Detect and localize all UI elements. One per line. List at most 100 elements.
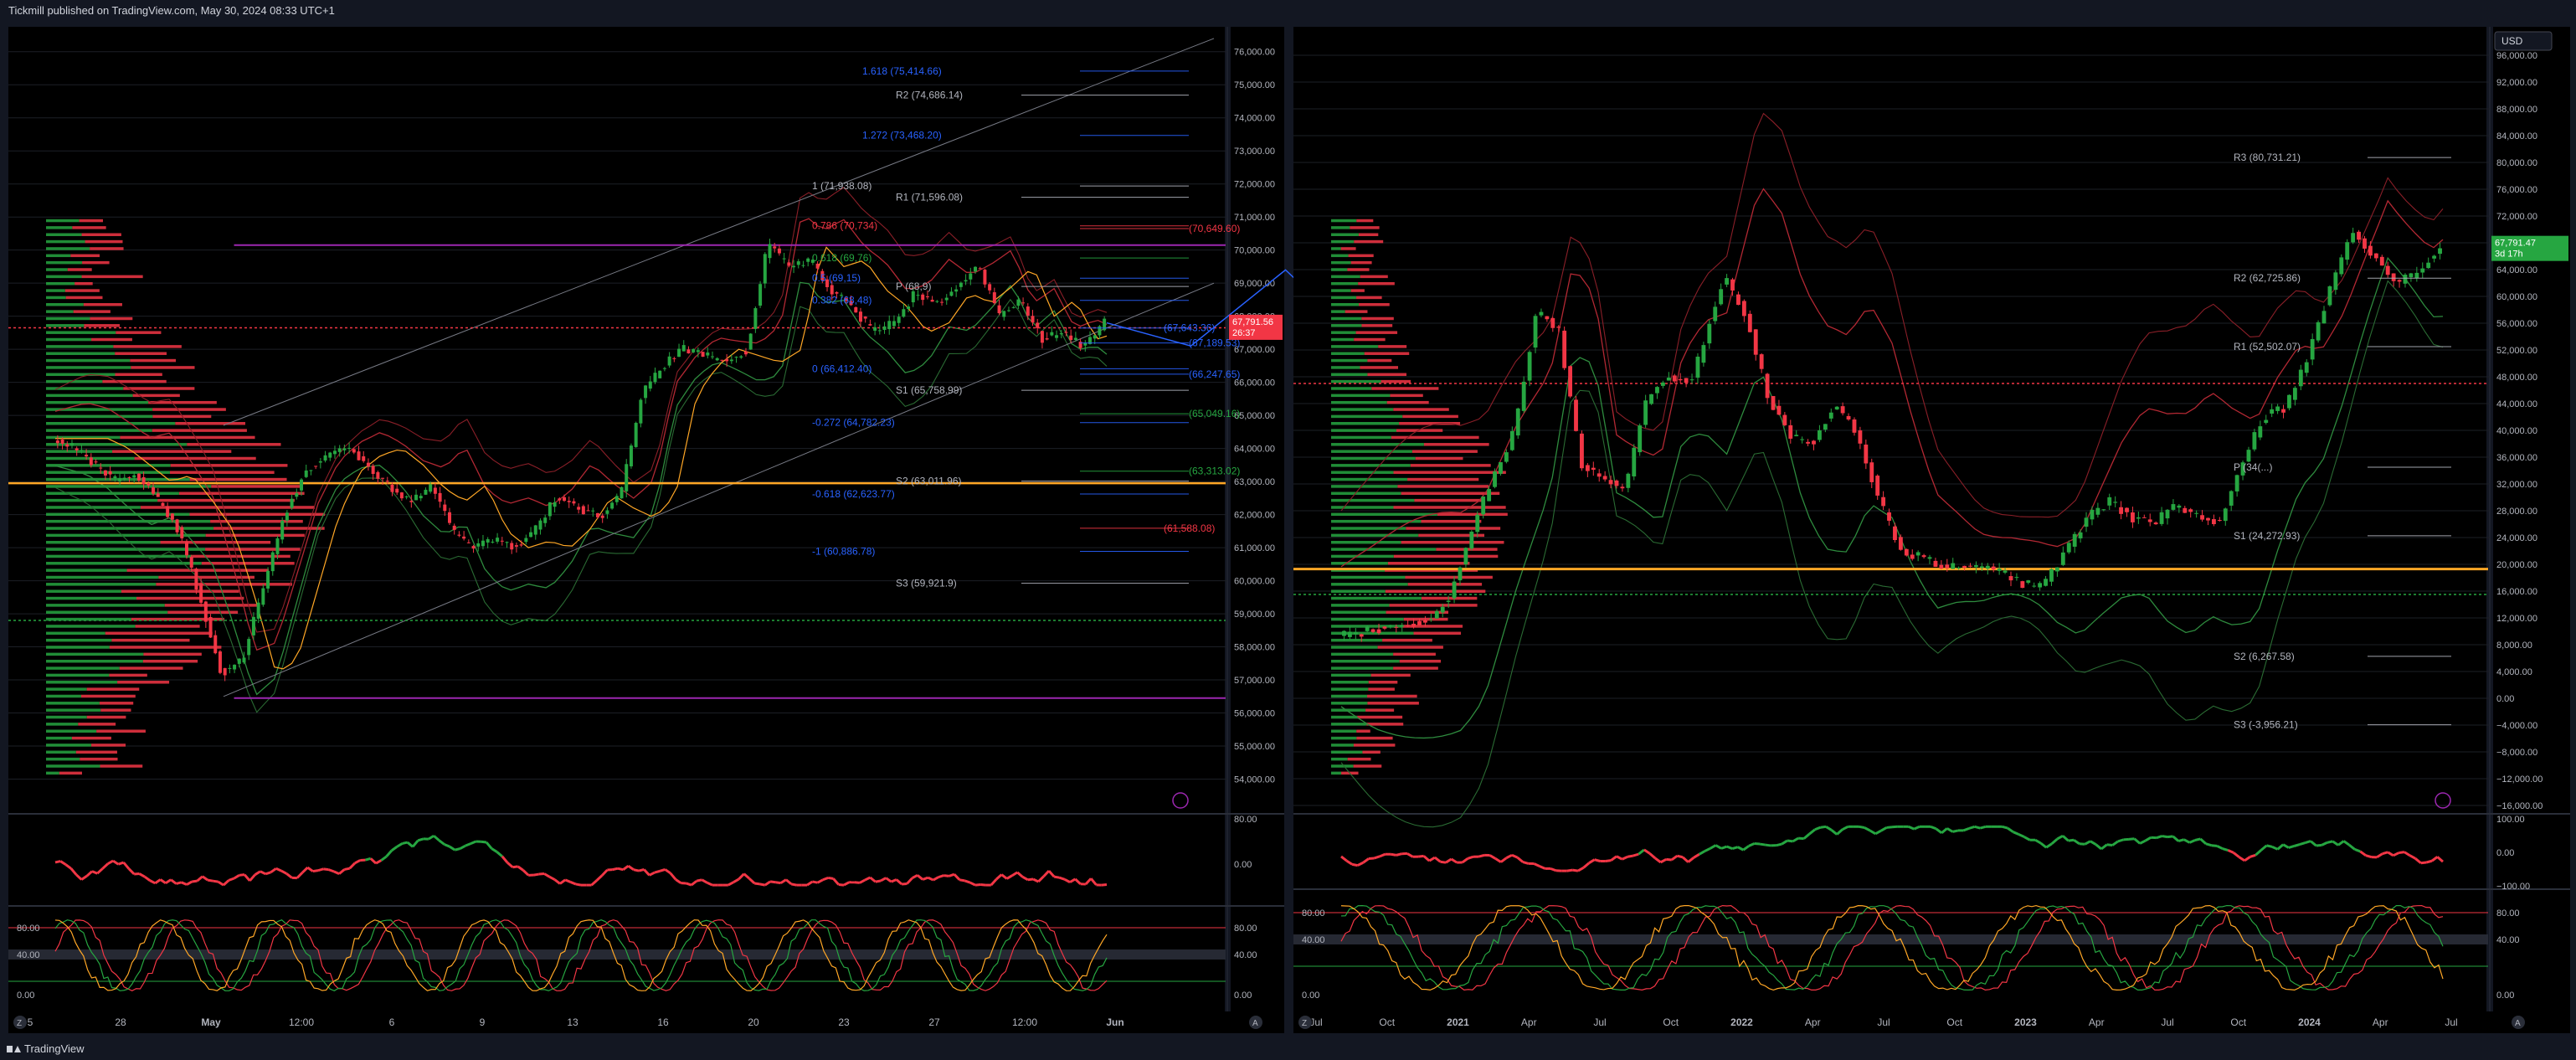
candle-body <box>2125 507 2129 512</box>
volume-profile-bar <box>46 239 85 244</box>
candle-body <box>944 297 949 301</box>
rsi-segment <box>2205 842 2213 847</box>
candle-body <box>1620 486 1625 489</box>
volume-profile-bar <box>1331 366 1360 369</box>
timezone-label: Z <box>1302 1019 1307 1028</box>
candle-body <box>1730 279 1735 291</box>
candle-body <box>921 294 925 301</box>
candle-body <box>261 588 265 605</box>
candle-body <box>2391 273 2396 281</box>
volume-profile-bar <box>46 562 202 565</box>
candle-body <box>715 358 719 361</box>
candle-body <box>1539 311 1544 316</box>
volume-profile-bar <box>1331 519 1422 523</box>
volume-profile-bar <box>1353 744 1396 747</box>
volume-profile-bar <box>78 723 116 726</box>
x-tick-label: 9 <box>480 1016 486 1028</box>
candle-body <box>543 517 548 523</box>
x-tick-label: 28 <box>115 1016 126 1028</box>
rsi-segment <box>1374 855 1381 860</box>
candle-body <box>2188 509 2193 512</box>
volume-profile-bar <box>1367 702 1419 705</box>
candle-body <box>419 496 423 499</box>
candle-body <box>548 502 552 517</box>
volume-profile-bar <box>211 485 303 488</box>
volume-profile-bar <box>102 379 167 383</box>
chart-canvas[interactable]: 76,000.00 75,000.00 74,000.00 73,000.00 72,0… <box>0 22 2576 1038</box>
rsi-segment <box>2167 835 2173 839</box>
candle-body <box>964 280 968 282</box>
candle-body <box>2281 409 2285 413</box>
volume-profile-bar <box>1367 358 1392 363</box>
volume-profile-bar <box>1356 729 1370 733</box>
candle-body <box>902 309 906 317</box>
chart-panel-left-daily[interactable]: 76,000.00 75,000.00 74,000.00 73,000.00 72,0… <box>8 27 1423 1033</box>
candle-body <box>1956 568 1962 569</box>
level-label: -0.618 (62,623.77) <box>812 488 895 500</box>
stoch-tick-label: 40.00 <box>2496 935 2520 945</box>
chart-panel-right-weekly[interactable]: 96,000.00 92,000.00 88,000.00 84,000.00 80,0… <box>1293 27 2570 1033</box>
candle-body <box>156 493 160 497</box>
rsi-segment <box>176 881 183 885</box>
x-tick-label: 6 <box>389 1016 395 1028</box>
volume-profile-bar <box>1399 659 1442 663</box>
candle-body <box>1440 606 1445 613</box>
candle-body <box>2409 273 2414 278</box>
candle-body <box>2131 512 2135 522</box>
candle-body <box>1417 620 1422 625</box>
candle-body <box>1979 566 1984 569</box>
y-tick-label: 16,000.00 <box>2496 587 2537 597</box>
candle-body <box>954 289 959 292</box>
candle-body <box>280 520 285 540</box>
candle-body <box>1458 567 1463 581</box>
candle-body <box>136 473 141 481</box>
tradingview-logo[interactable]: TradingView <box>7 1038 85 1060</box>
rsi-segment <box>317 867 324 872</box>
candle-body <box>868 324 872 326</box>
volume-profile-bar <box>46 394 133 398</box>
volume-profile-bar <box>164 604 260 607</box>
candle-body <box>2252 432 2257 450</box>
volume-profile-bar <box>1413 631 1462 635</box>
candle-body <box>858 311 862 322</box>
candle-body <box>2194 512 2199 514</box>
rsi-segment <box>2079 842 2085 846</box>
volume-profile-bar <box>46 736 72 740</box>
candle-body <box>677 348 681 358</box>
volume-profile-bar <box>1331 736 1357 740</box>
candle-body <box>887 321 892 330</box>
volume-profile-bar <box>1331 527 1406 530</box>
candle-body <box>2438 248 2442 255</box>
rsi-segment <box>1765 843 1771 847</box>
volume-profile-bar <box>1381 379 1411 383</box>
candle-body <box>969 273 973 280</box>
candle-body <box>438 492 442 502</box>
volume-profile-bar <box>46 610 168 615</box>
volume-profile-bar <box>201 562 295 565</box>
volume-profile-bar <box>178 491 305 496</box>
x-tick-label: 2021 <box>1447 1016 1469 1028</box>
volume-profile-bar <box>46 666 120 670</box>
rsi-segment <box>2222 847 2229 852</box>
volume-profile-bar <box>46 729 97 733</box>
volume-profile-bar <box>46 673 110 677</box>
volume-profile-bar <box>1354 337 1386 342</box>
candle-body <box>600 515 604 518</box>
candle-body <box>471 546 476 549</box>
candle-body <box>2200 515 2204 520</box>
volume-profile-bar <box>46 771 59 775</box>
candle-body <box>2136 517 2141 519</box>
candle-body <box>1823 424 1828 430</box>
volume-profile-bar <box>1331 226 1350 229</box>
volume-profile-bar <box>157 498 295 502</box>
rsi-segment <box>1368 857 1375 860</box>
candle-body <box>586 510 590 512</box>
rsi-segment <box>1731 846 1739 851</box>
candle-body <box>763 254 767 284</box>
level-label: S1 (24,272.93) <box>2234 530 2300 542</box>
volume-profile-bar <box>1331 477 1408 481</box>
level-label: R2 (74,686.14) <box>896 90 963 101</box>
candle-body <box>753 308 758 329</box>
candle-body <box>653 373 657 383</box>
rsi-segment <box>323 867 329 872</box>
